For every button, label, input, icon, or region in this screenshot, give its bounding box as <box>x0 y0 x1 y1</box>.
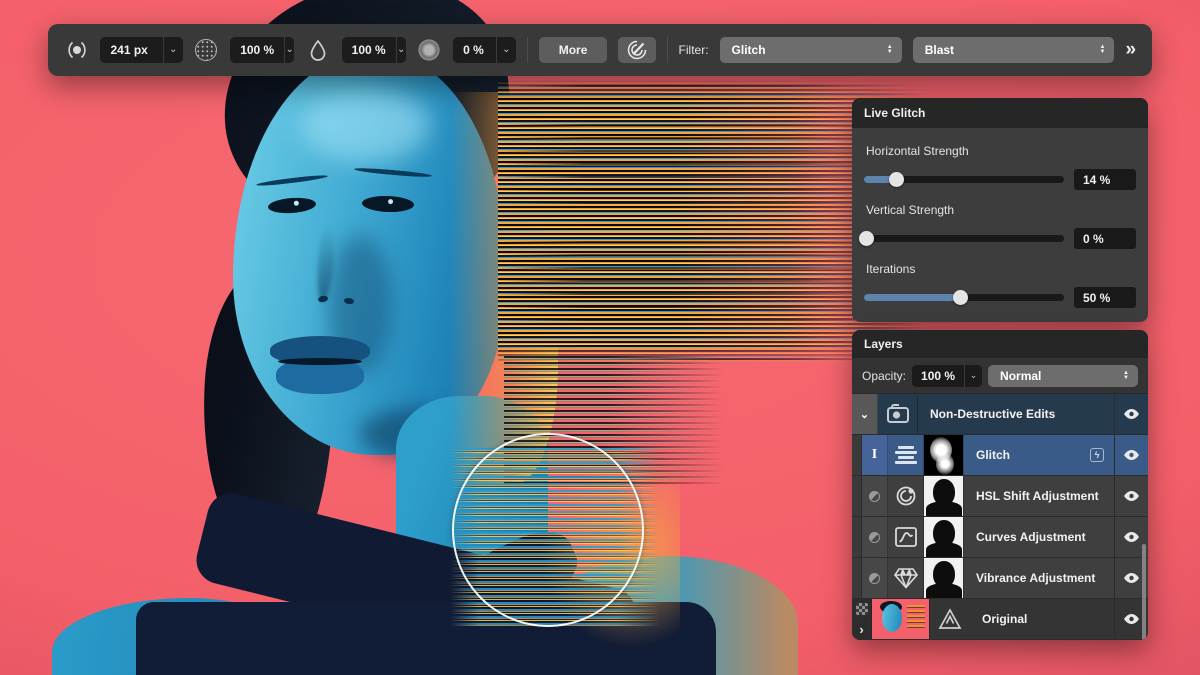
slider-thumb[interactable] <box>889 172 904 187</box>
edit-target-indicator: Ι <box>862 435 888 475</box>
filter-preset-dropdown[interactable]: Blast ▲▼ <box>913 37 1115 63</box>
layers-panel-title: Layers <box>852 330 1148 358</box>
adjustment-indicator-icon <box>862 558 888 598</box>
chevron-down-icon: ⌄ <box>163 37 183 63</box>
iterations-value[interactable]: 50 % <box>1074 287 1136 308</box>
layer-row-non-destructive-edits[interactable]: ⌄ Non-Destructive Edits <box>852 394 1148 435</box>
brush-settings-button[interactable] <box>618 37 655 63</box>
layer-name: Non-Destructive Edits <box>918 394 1114 434</box>
vertical-strength-label: Vertical Strength <box>866 203 1136 217</box>
portrait-highlight <box>300 88 430 162</box>
filter-preset-value: Blast <box>913 43 1100 57</box>
layer-opacity-select[interactable]: 100 % ⌄ <box>912 365 982 387</box>
more-button[interactable]: More <box>539 37 608 63</box>
layer-name: HSL Shift Adjustment <box>964 476 1114 516</box>
opacity-label: Opacity: <box>862 369 906 383</box>
brush-flow-value: 100 % <box>342 43 396 57</box>
iterations-label: Iterations <box>866 262 1136 276</box>
layer-row-glitch[interactable]: Ι Glitch ϟ <box>852 435 1148 476</box>
brush-opacity-select[interactable]: 100 % ⌄ <box>230 37 294 63</box>
layer-name: Curves Adjustment <box>964 517 1114 557</box>
layer-visibility-toggle[interactable] <box>1114 435 1148 475</box>
layer-extras-column: › <box>852 599 872 639</box>
brush-opacity-value: 100 % <box>230 43 284 57</box>
updown-chevrons-icon: ▲▼ <box>887 45 902 55</box>
vertical-strength-slider[interactable] <box>864 235 1064 242</box>
brush-flow-icon <box>305 37 330 63</box>
blend-mode-value: Normal <box>988 369 1123 383</box>
layer-row-vibrance-adjustment[interactable]: Vibrance Adjustment <box>852 558 1148 599</box>
brush-width-icon <box>64 37 89 63</box>
layers-scrollbar[interactable] <box>1142 544 1146 640</box>
chevron-down-icon: ⌄ <box>964 365 982 387</box>
layer-mask-thumbnail[interactable] <box>924 558 964 598</box>
app-window: 241 px ⌄ 100 % ⌄ 100 % ⌄ 0 % ⌄ More <box>0 0 1200 675</box>
layer-indent <box>852 558 862 598</box>
layer-image-thumbnail[interactable] <box>872 599 930 639</box>
filter-type-value: Glitch <box>720 43 887 57</box>
expand-chevron[interactable]: › <box>859 625 863 635</box>
slider-thumb[interactable] <box>953 290 968 305</box>
layer-opacity-value: 100 % <box>912 369 964 383</box>
horizontal-strength-value[interactable]: 14 % <box>1074 169 1136 190</box>
toolbar-overflow-button[interactable]: » <box>1125 39 1136 61</box>
layers-controls: Opacity: 100 % ⌄ Normal ▲▼ <box>852 358 1148 394</box>
layer-name: Vibrance Adjustment <box>964 558 1114 598</box>
brush-cursor-circle <box>452 433 644 627</box>
portrait-lips <box>270 330 370 398</box>
adjustment-indicator-icon <box>862 476 888 516</box>
image-layer-icon <box>930 599 970 639</box>
layer-visibility-toggle[interactable] <box>1114 476 1148 516</box>
curves-adjustment-icon <box>888 517 924 557</box>
layer-list: ⌄ Non-Destructive Edits Ι <box>852 394 1148 640</box>
adjustment-indicator-icon <box>862 517 888 557</box>
layers-panel: Layers Opacity: 100 % ⌄ Normal ▲▼ ⌄ <box>852 330 1148 640</box>
layer-name: Glitch ϟ <box>964 435 1114 475</box>
live-filter-icon <box>888 435 924 475</box>
horizontal-strength-label: Horizontal Strength <box>866 144 1136 158</box>
live-filter-badge: ϟ <box>1090 448 1104 462</box>
live-glitch-panel: Live Glitch Horizontal Strength 14 % Ver… <box>852 98 1148 322</box>
layer-row-hsl-shift-adjustment[interactable]: HSL Shift Adjustment <box>852 476 1148 517</box>
updown-chevrons-icon: ▲▼ <box>1123 371 1138 381</box>
iterations-slider[interactable] <box>864 294 1064 301</box>
layer-indent <box>852 435 862 475</box>
group-icon <box>878 394 918 434</box>
layer-name: Original <box>970 599 1114 639</box>
horizontal-strength-slider[interactable] <box>864 176 1064 183</box>
blend-mode-dropdown[interactable]: Normal ▲▼ <box>988 365 1138 387</box>
toolbar-divider <box>527 37 528 63</box>
vertical-strength-value[interactable]: 0 % <box>1074 228 1136 249</box>
vibrance-adjustment-icon <box>888 558 924 598</box>
slider-thumb[interactable] <box>859 231 874 246</box>
context-toolbar: 241 px ⌄ 100 % ⌄ 100 % ⌄ 0 % ⌄ More <box>48 24 1152 76</box>
hsl-adjustment-icon <box>888 476 924 516</box>
brush-flow-select[interactable]: 100 % ⌄ <box>342 37 406 63</box>
group-collapse-chevron[interactable]: ⌄ <box>852 394 878 434</box>
layer-visibility-toggle[interactable] <box>1114 394 1148 434</box>
layer-mask-thumbnail[interactable] <box>924 517 964 557</box>
layer-row-curves-adjustment[interactable]: Curves Adjustment <box>852 517 1148 558</box>
brush-width-value: 241 px <box>100 43 157 57</box>
chevron-down-icon: ⌄ <box>396 37 406 63</box>
updown-chevrons-icon: ▲▼ <box>1100 45 1115 55</box>
live-glitch-panel-title: Live Glitch <box>852 98 1148 128</box>
brush-opacity-icon <box>194 37 219 63</box>
layer-row-original[interactable]: › Original <box>852 599 1148 640</box>
toolbar-divider <box>667 37 668 63</box>
filter-type-dropdown[interactable]: Glitch ▲▼ <box>720 37 902 63</box>
layer-mask-thumbnail[interactable] <box>924 476 964 516</box>
transparency-checker-icon[interactable] <box>856 603 868 615</box>
brush-hardness-icon <box>417 37 442 63</box>
brush-width-select[interactable]: 241 px ⌄ <box>100 37 182 63</box>
filter-label: Filter: <box>679 43 709 57</box>
chevron-down-icon: ⌄ <box>496 37 516 63</box>
layer-mask-thumbnail[interactable] <box>924 435 964 475</box>
layer-indent <box>852 517 862 557</box>
chevron-down-icon: ⌄ <box>284 37 294 63</box>
brush-hardness-select[interactable]: 0 % ⌄ <box>453 37 516 63</box>
brush-hardness-value: 0 % <box>453 43 494 57</box>
layer-indent <box>852 476 862 516</box>
